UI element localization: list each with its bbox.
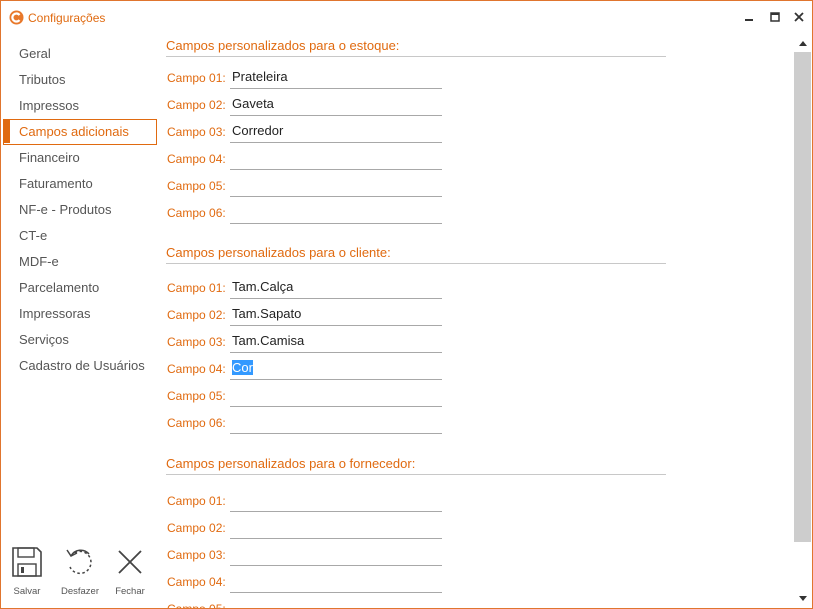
fornecedor-campo-label: Campo 01: — [167, 494, 226, 508]
estoque-campo-label: Campo 03: — [167, 125, 226, 139]
close-x-icon — [118, 550, 142, 574]
cliente-campo-label: Campo 05: — [167, 389, 226, 403]
estoque-campo-value: Gaveta — [232, 96, 274, 111]
close-window-button[interactable] — [789, 7, 809, 27]
save-button[interactable]: Salvar — [4, 541, 50, 607]
cliente-campo-input[interactable]: Tam.Sapato — [230, 304, 442, 326]
cliente-campo-value: Tam.Camisa — [232, 333, 305, 348]
estoque-campo-input[interactable] — [230, 202, 442, 224]
estoque-campo-input[interactable]: Prateleira — [230, 67, 442, 89]
action-toolbar: Salvar Desfazer Fechar — [5, 541, 155, 607]
fornecedor-campo-label: Campo 03: — [167, 548, 226, 562]
cliente-campo-value: Cor — [232, 360, 253, 375]
estoque-campo-input[interactable] — [230, 175, 442, 197]
configuracoes-window: Configurações Geral Tributos Impressos Camp… — [0, 0, 813, 609]
estoque-campo-label: Campo 04: — [167, 152, 226, 166]
estoque-campo-label: Campo 06: — [167, 206, 226, 220]
undo-label: Desfazer — [60, 586, 99, 597]
minimize-icon — [745, 19, 753, 21]
undo-icon — [66, 549, 92, 575]
estoque-campo-label: Campo 02: — [167, 98, 226, 112]
section-title-cliente: Campos personalizados para o cliente: — [166, 244, 666, 264]
cliente-campo-input[interactable] — [230, 412, 442, 434]
floppy-disk-icon — [12, 547, 42, 577]
scroll-down-button[interactable] — [793, 592, 812, 606]
cliente-campo-value: Tam.Calça — [232, 279, 294, 294]
arrow-up-icon — [798, 41, 807, 46]
fechar-label: Fechar — [115, 586, 145, 597]
maximize-icon — [770, 12, 780, 22]
estoque-campo-label: Campo 05: — [167, 179, 226, 193]
arrow-down-icon — [798, 596, 807, 601]
section-title-fornecedor: Campos personalizados para o fornecedor: — [166, 455, 666, 475]
cliente-campo-label: Campo 04: — [167, 362, 226, 376]
cliente-campo-input[interactable]: Cor — [230, 358, 442, 380]
close-icon — [794, 12, 804, 22]
cliente-campo-value: Tam.Sapato — [232, 306, 302, 321]
campos-adicionais-panel: Campos personalizados para o estoque: Ca… — [1, 33, 791, 609]
cliente-campo-label: Campo 03: — [167, 335, 226, 349]
maximize-button[interactable] — [765, 7, 785, 27]
estoque-campo-input[interactable]: Gaveta — [230, 94, 442, 116]
minimize-button[interactable] — [739, 7, 759, 27]
fechar-button[interactable]: Fechar — [107, 541, 153, 607]
estoque-campo-input[interactable]: Corredor — [230, 121, 442, 143]
scroll-up-button[interactable] — [793, 36, 812, 50]
cliente-campo-input[interactable] — [230, 385, 442, 407]
save-label: Salvar — [13, 586, 41, 597]
cliente-campo-label: Campo 02: — [167, 308, 226, 322]
fornecedor-campo-input[interactable] — [230, 517, 442, 539]
fornecedor-campo-input[interactable] — [230, 598, 442, 608]
app-logo-icon — [9, 10, 24, 25]
estoque-campo-label: Campo 01: — [167, 71, 226, 85]
estoque-campo-input[interactable] — [230, 148, 442, 170]
cliente-campo-label: Campo 06: — [167, 416, 226, 430]
cliente-campo-input[interactable]: Tam.Camisa — [230, 331, 442, 353]
cliente-campo-input[interactable]: Tam.Calça — [230, 277, 442, 299]
vertical-scrollbar[interactable] — [793, 34, 812, 608]
window-title: Configurações — [28, 11, 106, 25]
title-bar: Configurações — [1, 1, 812, 33]
fornecedor-campo-label: Campo 04: — [167, 575, 226, 589]
fornecedor-campo-label: Campo 05: — [167, 602, 226, 609]
scrollbar-thumb[interactable] — [794, 52, 811, 542]
fornecedor-campo-input[interactable] — [230, 571, 442, 593]
estoque-campo-value: Prateleira — [232, 69, 288, 84]
undo-button[interactable]: Desfazer — [57, 541, 103, 607]
fornecedor-campo-input[interactable] — [230, 490, 442, 512]
fornecedor-campo-label: Campo 02: — [167, 521, 226, 535]
cliente-campo-label: Campo 01: — [167, 281, 226, 295]
estoque-campo-value: Corredor — [232, 123, 284, 138]
fornecedor-campo-input[interactable] — [230, 544, 442, 566]
section-title-estoque: Campos personalizados para o estoque: — [166, 37, 666, 57]
